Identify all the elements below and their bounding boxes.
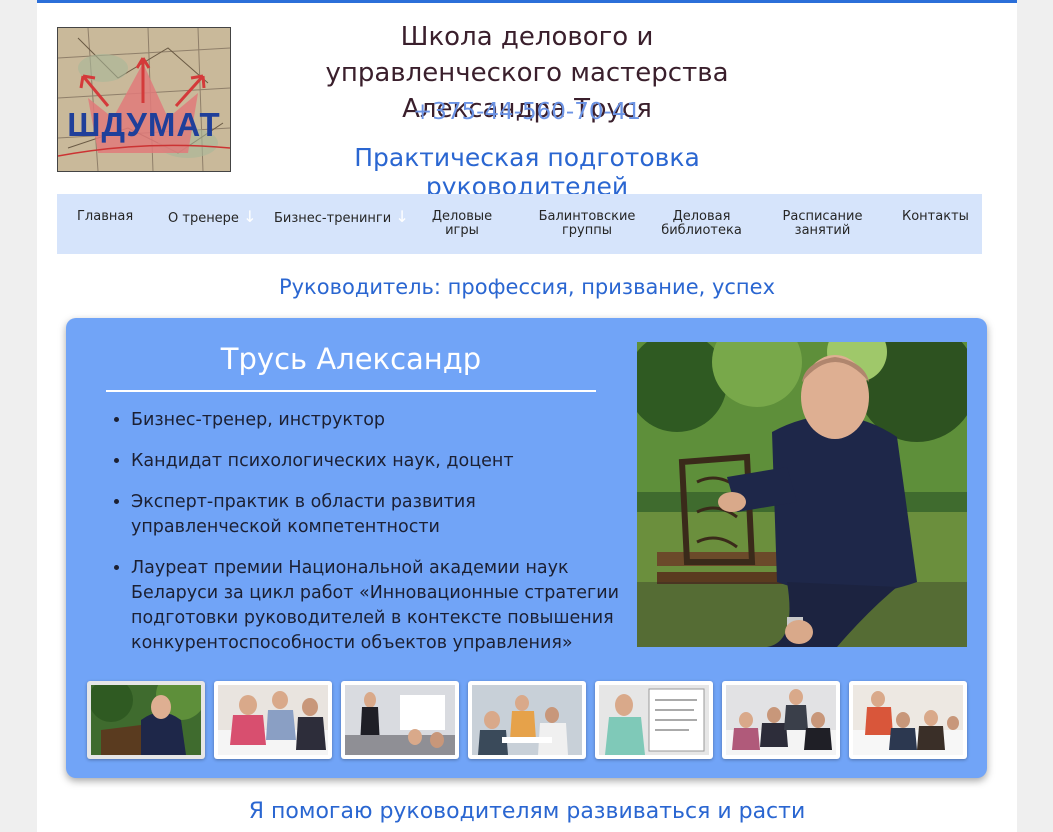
bottom-headline: Я помогаю руководителям развиваться и ра…: [248, 799, 806, 824]
site-tagline: Практическая подготовка руководителей: [354, 143, 700, 201]
list-item: Бизнес-тренер, инструктор: [131, 408, 631, 433]
nav-item-label-line1: Расписание: [782, 209, 863, 224]
thumbnail-3[interactable]: [341, 681, 459, 759]
nav-item-trainings[interactable]: Бизнес-тренинги ↓: [274, 207, 409, 226]
list-item: Лауреат премии Национальной академии нау…: [131, 556, 631, 656]
trainer-credentials-list: Бизнес-тренер, инструктор Кандидат психо…: [106, 408, 631, 672]
arrow-down-icon: ↓: [395, 207, 409, 226]
nav-item-contacts[interactable]: Контакты: [902, 210, 969, 224]
nav-item-label-line2: библиотека: [661, 223, 742, 238]
nav-item-label: Главная: [77, 209, 134, 224]
divider: [106, 390, 596, 392]
phone-number[interactable]: +375-44-560-70-41: [287, 99, 767, 125]
section-headline: Руководитель: профессия, призвание, успе…: [278, 275, 776, 299]
trainer-photo: [637, 342, 967, 647]
nav-item-label-line2: игры: [445, 223, 479, 238]
site-title-line1: Школа делового и управленческого мастерс…: [325, 22, 729, 88]
nav-item-label: О тренере: [168, 211, 239, 226]
nav-item-home[interactable]: Главная: [77, 210, 133, 224]
thumbnail-5[interactable]: [595, 681, 713, 759]
nav-item-label-line1: Деловая: [672, 209, 731, 224]
thumbnail-6[interactable]: [722, 681, 840, 759]
nav-item-label-line2: группы: [561, 223, 613, 238]
page: ШДУМАТ Школа делового и управленческого …: [37, 0, 1017, 832]
nav-item-business-games[interactable]: Деловые игры: [422, 210, 502, 238]
photo-thumbnails: [87, 681, 977, 763]
nav-item-label-line1: Балинтовские: [538, 209, 636, 224]
nav-item-label-line2: занятий: [794, 223, 851, 238]
thumbnail-1[interactable]: [87, 681, 205, 759]
trainer-name: Трусь Александр: [220, 342, 482, 376]
main-nav: Главная О тренере ↓ Бизнес-тренинги ↓ Де…: [57, 194, 982, 254]
list-item: Эксперт-практик в области развития управ…: [131, 490, 631, 540]
list-item: Кандидат психологических наук, доцент: [131, 449, 631, 474]
profile-card: Трусь Александр Бизнес-тренер, инструкто…: [66, 318, 987, 778]
arrow-down-icon: ↓: [243, 207, 257, 226]
nav-item-about[interactable]: О тренере ↓: [168, 207, 257, 226]
nav-item-label: Бизнес-тренинги: [274, 211, 392, 226]
thumbnail-2[interactable]: [214, 681, 332, 759]
nav-item-schedule[interactable]: Расписание занятий: [775, 210, 870, 238]
nav-item-library[interactable]: Деловая библиотека: [654, 210, 749, 238]
nav-item-balint-groups[interactable]: Балинтовские группы: [532, 210, 642, 238]
site-logo[interactable]: ШДУМАТ: [57, 27, 231, 172]
thumbnail-7[interactable]: [849, 681, 967, 759]
nav-item-label: Контакты: [902, 209, 969, 224]
logo-text: ШДУМАТ: [67, 106, 220, 143]
nav-item-label-line1: Деловые: [431, 209, 493, 224]
thumbnail-4[interactable]: [468, 681, 586, 759]
